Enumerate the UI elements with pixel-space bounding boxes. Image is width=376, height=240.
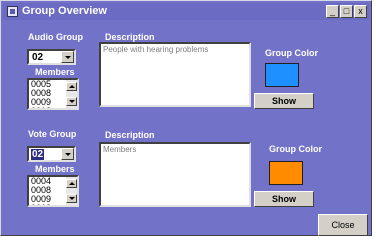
audio-members-label: Members bbox=[35, 67, 75, 77]
audio-show-button[interactable]: Show bbox=[254, 93, 314, 109]
vote-group-label: Vote Group bbox=[28, 129, 77, 139]
audio-group-value: 02 bbox=[32, 52, 44, 63]
minimize-button[interactable]: _ bbox=[326, 5, 339, 18]
vote-description-text: Members bbox=[103, 145, 137, 154]
vote-members-label: Members bbox=[35, 164, 75, 174]
audio-description-field[interactable]: People with hearing problems bbox=[99, 42, 251, 107]
audio-color-swatch[interactable] bbox=[265, 63, 299, 87]
scroll-down-icon[interactable] bbox=[66, 194, 77, 203]
audio-group-select[interactable]: 02 bbox=[27, 49, 76, 65]
vote-group-select[interactable]: 02 bbox=[27, 146, 76, 162]
audio-description-text: People with hearing problems bbox=[103, 45, 209, 54]
vote-description-label: Description bbox=[105, 130, 155, 140]
audio-group-label: Audio Group bbox=[28, 32, 83, 42]
group-overview-window: Group Overview _ □ x Audio Group 02 Memb… bbox=[0, 0, 372, 236]
audio-description-label: Description bbox=[105, 32, 155, 42]
audio-members-list[interactable]: 0005 0008 0009 0012 bbox=[27, 78, 79, 110]
audio-color-label: Group Color bbox=[265, 48, 318, 58]
scroll-down-icon[interactable] bbox=[66, 97, 77, 106]
chevron-down-icon[interactable] bbox=[61, 51, 74, 63]
chevron-down-icon[interactable] bbox=[61, 148, 74, 160]
list-item[interactable]: 0012 bbox=[31, 204, 51, 206]
audio-members-scrollbar[interactable] bbox=[66, 80, 77, 108]
vote-members-scrollbar[interactable] bbox=[66, 177, 77, 205]
vote-members-list[interactable]: 0004 0008 0009 0012 bbox=[27, 175, 79, 207]
vote-group-value: 02 bbox=[31, 149, 45, 160]
maximize-button[interactable]: □ bbox=[340, 5, 353, 18]
scroll-up-icon[interactable] bbox=[66, 179, 77, 188]
vote-color-swatch[interactable] bbox=[269, 161, 303, 185]
title-bar[interactable]: Group Overview _ □ x bbox=[3, 3, 369, 20]
scroll-up-icon[interactable] bbox=[66, 82, 77, 91]
list-item[interactable]: 0012 bbox=[31, 107, 51, 109]
close-button[interactable]: Close bbox=[318, 214, 368, 236]
window-title: Group Overview bbox=[22, 5, 107, 17]
app-icon bbox=[7, 6, 18, 17]
vote-show-button[interactable]: Show bbox=[254, 191, 314, 207]
close-window-button[interactable]: x bbox=[354, 5, 367, 18]
vote-description-field[interactable]: Members bbox=[99, 142, 251, 207]
vote-color-label: Group Color bbox=[269, 144, 322, 154]
